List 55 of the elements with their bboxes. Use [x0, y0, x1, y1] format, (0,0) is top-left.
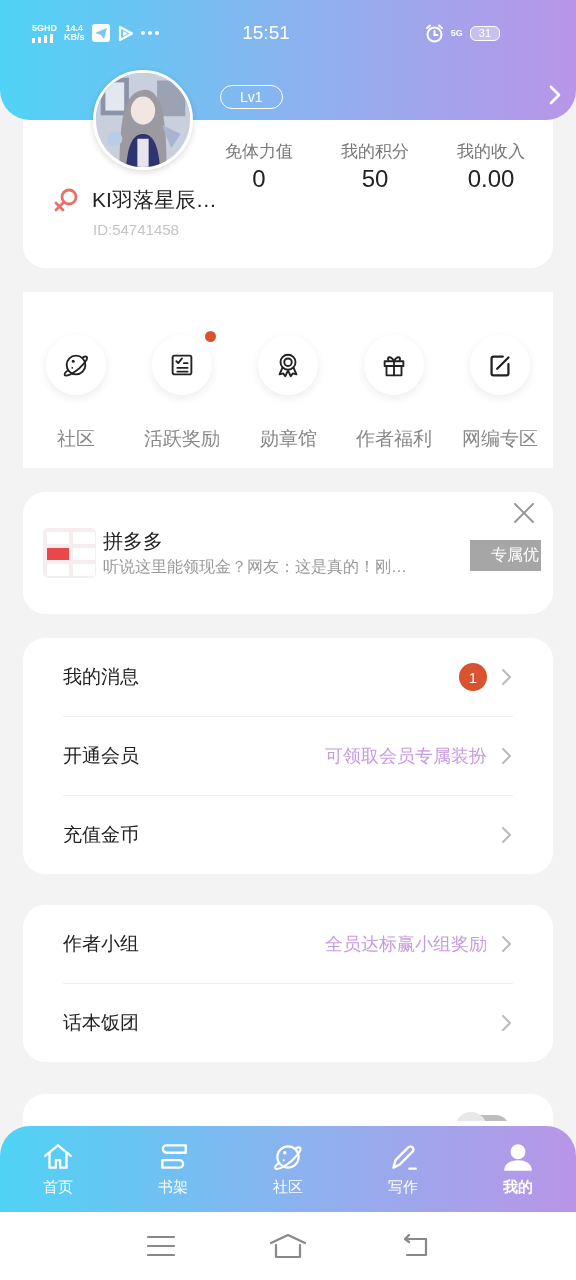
tab[interactable]: 写作	[345, 1126, 461, 1212]
chevron-right-icon[interactable]	[548, 84, 562, 106]
stat-label: 我的收入	[457, 141, 525, 163]
ad-button[interactable]: 专属优	[470, 540, 541, 571]
close-icon[interactable]	[513, 502, 535, 524]
speed-unit: KB/s	[64, 33, 85, 42]
chevron-right-icon	[501, 1014, 513, 1032]
menu-label: 开通会员	[63, 744, 140, 768]
stat-value: 0.00	[467, 164, 515, 194]
alarm-icon	[424, 23, 444, 43]
menu-row[interactable]: 充值金币	[63, 795, 513, 874]
stat-label: 免体力值	[225, 141, 293, 163]
signal-icon	[32, 33, 54, 43]
network-label: 5GHD	[32, 23, 57, 33]
home-icon[interactable]	[269, 1233, 307, 1259]
menu-label: 作者小组	[63, 932, 140, 956]
menu-row[interactable]: 作者小组 全员达标赢小组奖励	[63, 905, 513, 983]
play-icon	[116, 24, 134, 42]
shortcut-label[interactable]: 网编专区	[462, 428, 538, 450]
menu-hint: 可领取会员专属装扮	[325, 745, 487, 768]
tab[interactable]: 社区	[230, 1126, 346, 1212]
menu-row[interactable]: 我的消息 1	[63, 638, 513, 716]
stat-value: 50	[361, 164, 389, 194]
more-icon	[140, 31, 159, 35]
speed-value: 14.4	[65, 24, 84, 33]
stat-value: 0	[252, 164, 266, 194]
tab[interactable]: 书架	[115, 1126, 231, 1212]
female-icon	[52, 186, 80, 214]
ad-title: 拼多多	[103, 529, 164, 554]
menu-label: 充值金币	[63, 823, 140, 847]
back-icon[interactable]	[401, 1234, 429, 1258]
battery-indicator: 31	[469, 25, 500, 41]
user-name: KI羽落星辰…	[92, 187, 217, 213]
network-label: 5G	[450, 28, 463, 38]
menu-row[interactable]: 开通会员 可领取会员专属装扮	[63, 716, 513, 795]
shortcut-label[interactable]: 活跃奖励	[144, 428, 220, 450]
stat-label: 我的积分	[341, 141, 409, 163]
menu-row[interactable]: 话本饭团	[63, 983, 513, 1062]
tab[interactable]: 我的	[460, 1126, 576, 1212]
shortcut-label[interactable]: 社区	[57, 428, 95, 450]
shortcut-label[interactable]: 勋章馆	[259, 428, 317, 450]
chevron-right-icon	[501, 826, 513, 844]
menu-icon[interactable]	[147, 1235, 175, 1257]
shortcut-label[interactable]: 作者福利	[356, 428, 432, 450]
ad-description: 听说这里能领现金？网友：这是真的！刚…	[103, 557, 407, 577]
user-id: ID:54741458	[93, 221, 180, 238]
menu-label: 话本饭团	[63, 1011, 140, 1035]
menu-hint: 全员达标赢小组奖励	[325, 933, 487, 956]
chevron-right-icon	[501, 668, 513, 686]
paper-plane-icon	[91, 24, 110, 42]
count-badge: 1	[459, 663, 487, 691]
menu-label: 我的消息	[63, 665, 140, 689]
status-time: 15:51	[242, 22, 290, 44]
chevron-right-icon	[501, 935, 513, 953]
chevron-right-icon	[501, 747, 513, 765]
